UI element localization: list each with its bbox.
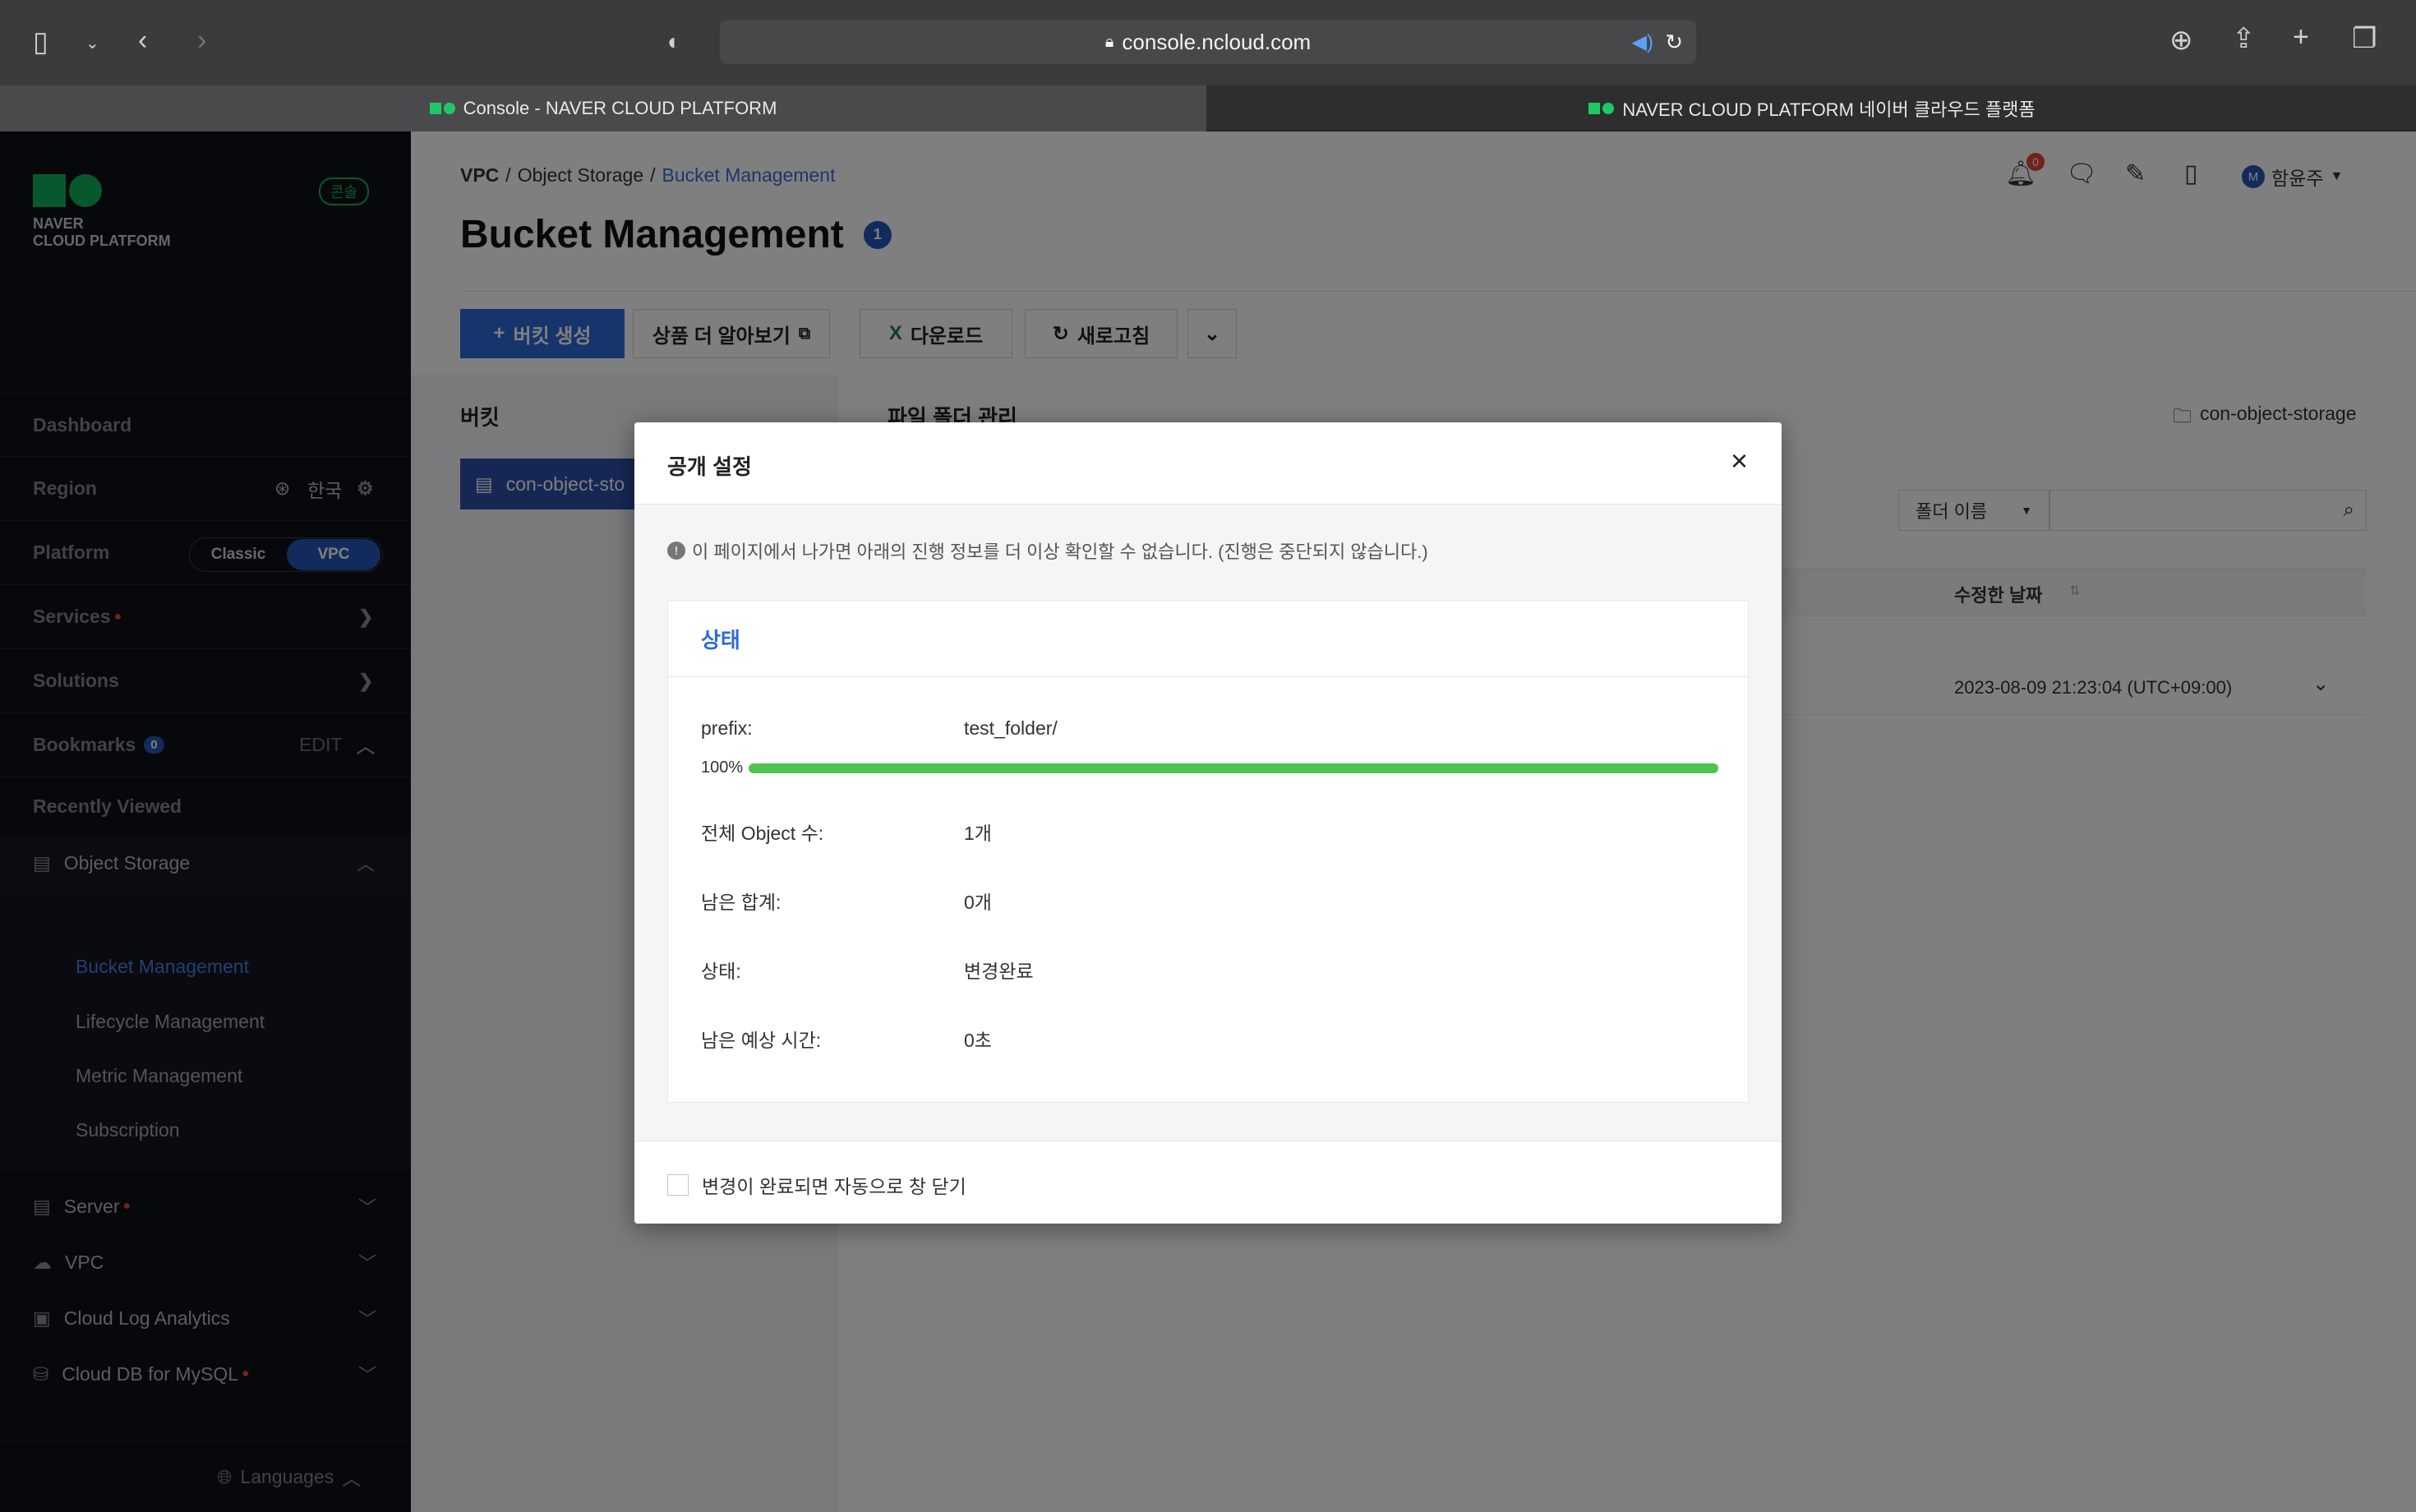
tab-label: Console - NAVER CLOUD PLATFORM: [463, 98, 777, 118]
sidebar-toggle-icon[interactable]: ▯: [33, 28, 48, 56]
prefix-value: test_folder/: [964, 717, 1058, 739]
reload-icon[interactable]: ↻: [1665, 30, 1683, 55]
chevron-down-icon[interactable]: ⌄: [85, 30, 99, 58]
naver-favicon-icon: [429, 103, 455, 114]
info-icon: !: [667, 542, 685, 560]
address-bar[interactable]: 🔒︎ console.ncloud.com ◀︎) ↻: [720, 20, 1696, 64]
url-text: console.ncloud.com: [1122, 29, 1312, 54]
tab-overview-icon[interactable]: ❐: [2352, 25, 2377, 53]
prefix-label: prefix:: [701, 717, 753, 739]
tab-label: NAVER CLOUD PLATFORM 네이버 클라우드 플랫폼: [1622, 99, 2036, 120]
divider: [668, 676, 1748, 677]
state-value: 변경완료: [964, 961, 1034, 982]
modal-header: 공개 설정 ×: [634, 422, 1782, 505]
progress-percent: 100%: [701, 758, 744, 777]
tab-naver[interactable]: NAVER CLOUD PLATFORM 네이버 클라우드 플랫폼: [1208, 85, 2416, 131]
progress-fill: [749, 763, 1718, 773]
share-icon[interactable]: ⇪: [2232, 25, 2256, 53]
total-objects-value: 1개: [964, 823, 992, 844]
modal-footer: 변경이 완료되면 자동으로 창 닫기: [634, 1141, 1782, 1224]
status-heading: 상태: [701, 628, 740, 652]
public-settings-modal: 공개 설정 × ! 이 페이지에서 나가면 아래의 진행 정보를 더 이상 확인…: [634, 422, 1782, 1224]
total-objects-label: 전체 Object 수:: [701, 823, 824, 844]
remaining-value: 0개: [964, 892, 992, 913]
speaker-icon[interactable]: ◀︎): [1632, 30, 1653, 54]
eta-value: 0초: [964, 1030, 992, 1051]
modal-title: 공개 설정: [667, 454, 752, 479]
progress-track: [749, 763, 1718, 773]
status-card: 상태 prefix: test_folder/ 100% 전체 Object 수…: [667, 600, 1749, 1103]
shield-icon[interactable]: ◐: [667, 28, 681, 56]
auto-close-option[interactable]: 변경이 완료되면 자동으로 창 닫기: [667, 1171, 966, 1199]
download-icon[interactable]: ⊕: [2169, 26, 2193, 54]
new-tab-icon[interactable]: +: [2293, 23, 2309, 51]
auto-close-checkbox[interactable]: [667, 1174, 689, 1196]
tab-console[interactable]: Console - NAVER CLOUD PLATFORM: [0, 85, 1206, 131]
remaining-label: 남은 합계:: [701, 892, 782, 913]
close-icon[interactable]: ×: [1731, 444, 1748, 478]
auto-close-label: 변경이 완료되면 자동으로 창 닫기: [702, 1176, 966, 1197]
modal-notice: ! 이 페이지에서 나가면 아래의 진행 정보를 더 이상 확인할 수 없습니다…: [667, 537, 1428, 564]
browser-toolbar: ▯ ⌄ ‹ › ◐ 🔒︎ console.ncloud.com ◀︎) ↻ ⊕ …: [0, 0, 2416, 85]
tab-bar: Console - NAVER CLOUD PLATFORM NAVER CLO…: [0, 85, 2416, 131]
lock-icon: 🔒︎: [1104, 32, 1114, 51]
eta-label: 남은 예상 시간:: [701, 1030, 822, 1051]
naver-favicon-icon: [1588, 103, 1615, 114]
forward-icon[interactable]: ›: [197, 26, 206, 54]
back-icon[interactable]: ‹: [138, 26, 147, 54]
state-label: 상태:: [701, 961, 741, 982]
